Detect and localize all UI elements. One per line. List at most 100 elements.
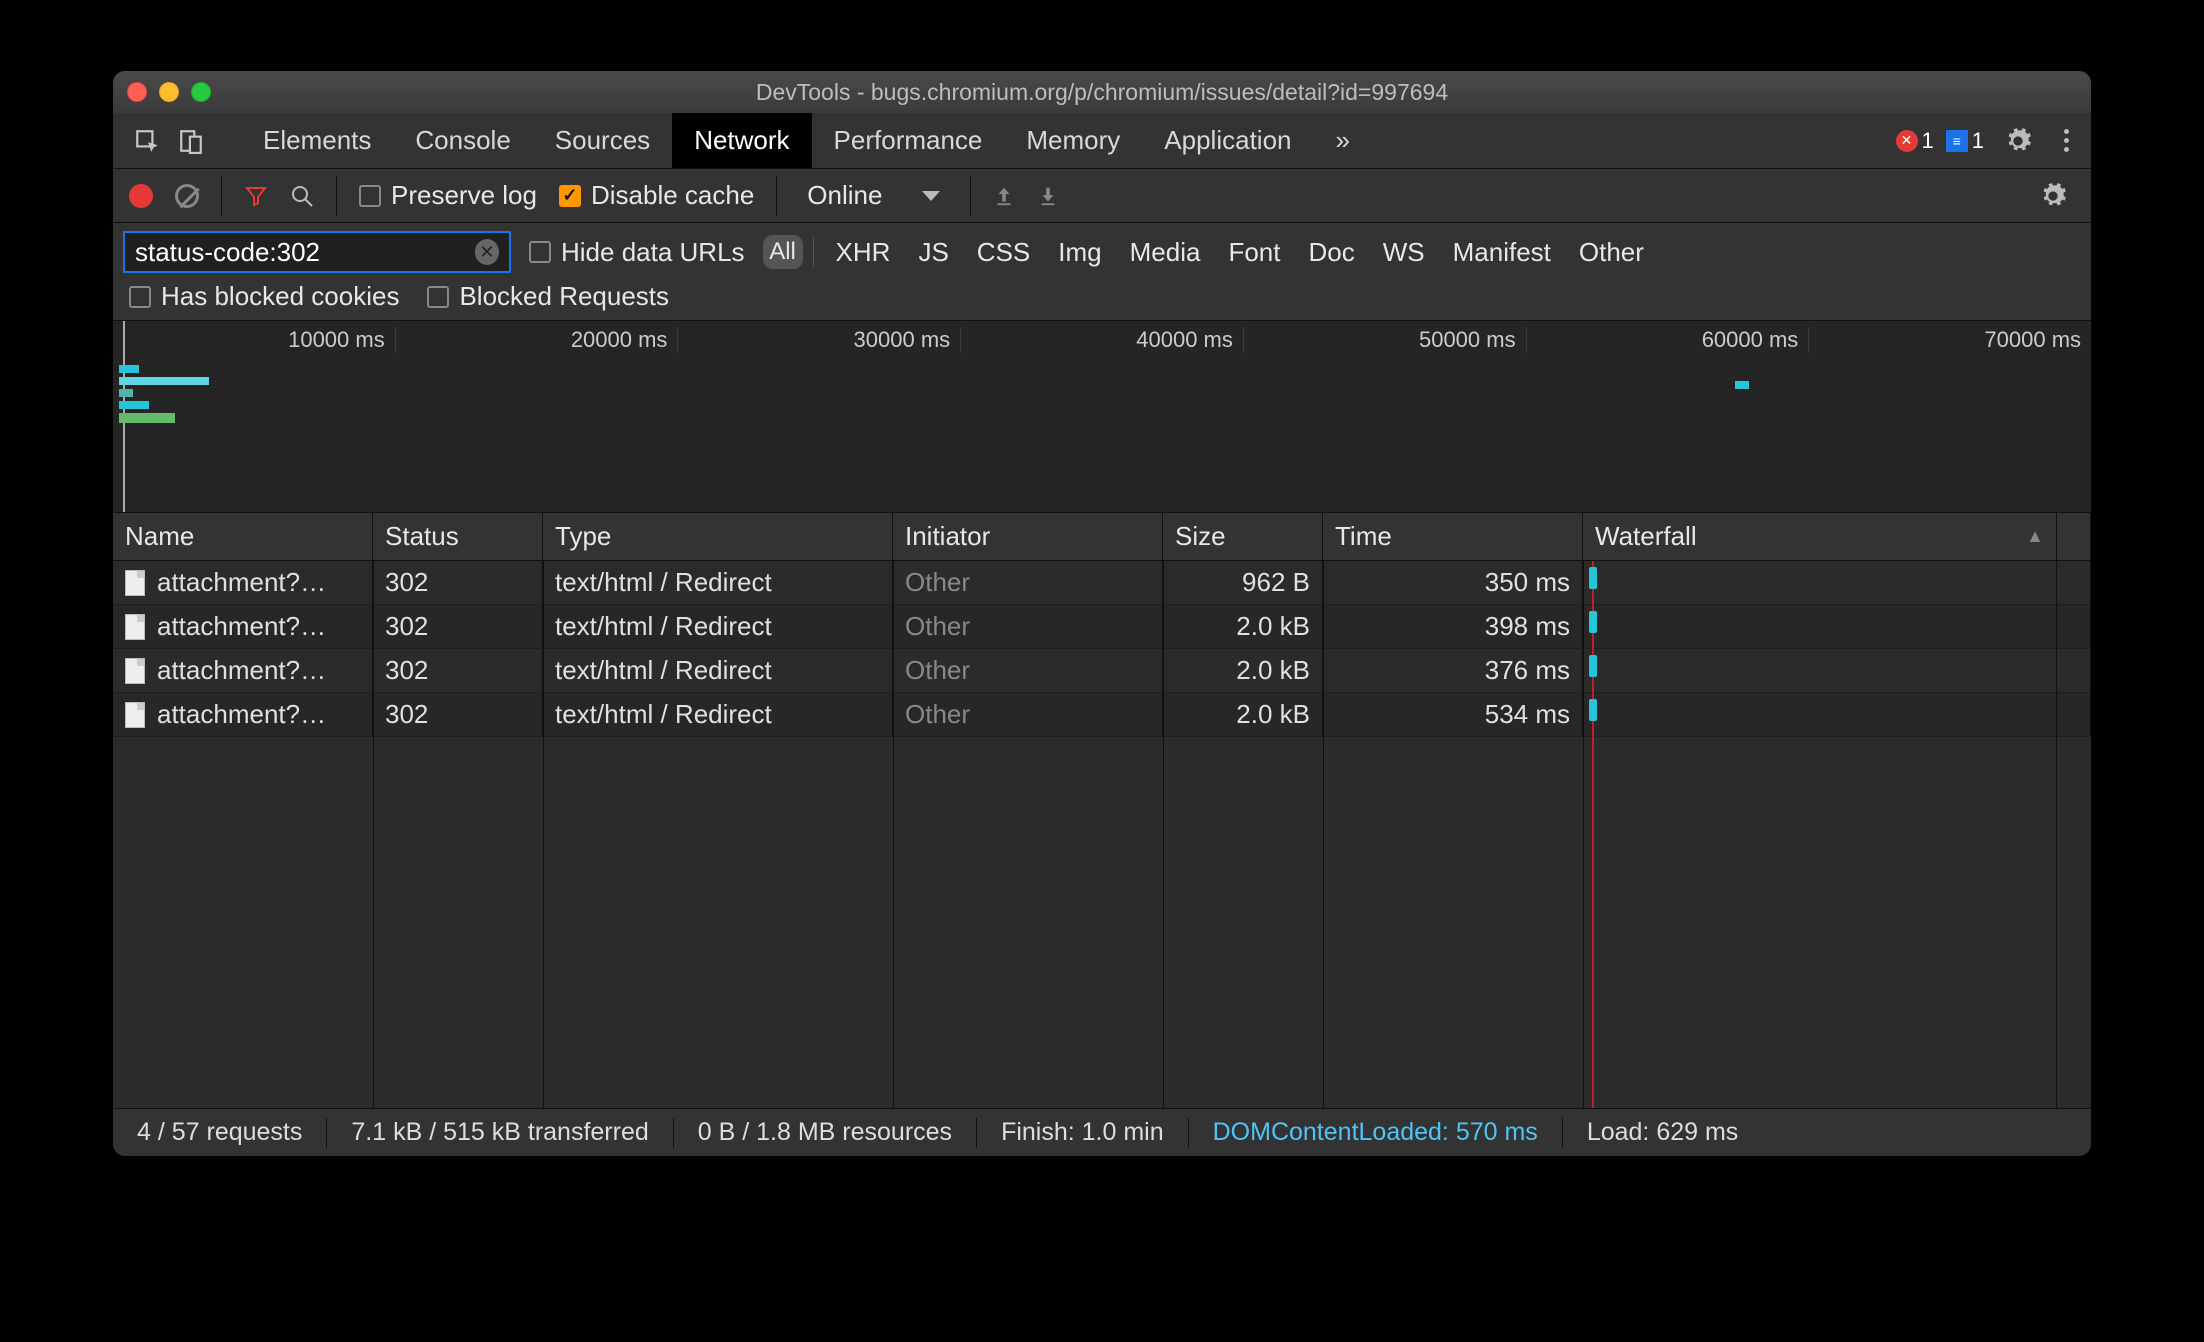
filter-type-ws[interactable]: WS (1371, 233, 1437, 272)
chevron-down-icon (922, 191, 940, 201)
overview-late-bar (1735, 381, 1749, 389)
cell-type: text/html / Redirect (543, 693, 893, 736)
cell-size: 962 B (1163, 561, 1323, 604)
filter-type-media[interactable]: Media (1118, 233, 1213, 272)
column-scrollbar-spacer (2057, 513, 2091, 560)
tab-memory[interactable]: Memory (1004, 113, 1142, 168)
message-icon: ≡ (1946, 130, 1968, 152)
cell-initiator: Other (893, 649, 1163, 692)
sort-indicator-icon: ▲ (2026, 526, 2044, 547)
network-settings-icon[interactable] (2031, 182, 2075, 210)
filter-type-manifest[interactable]: Manifest (1441, 233, 1563, 272)
filter-type-xhr[interactable]: XHR (824, 233, 903, 272)
column-header-waterfall[interactable]: Waterfall ▲ (1583, 513, 2057, 560)
cell-scroll-spacer (2057, 649, 2091, 692)
message-count: 1 (1972, 128, 1984, 154)
tab-application[interactable]: Application (1142, 113, 1313, 168)
has-blocked-cookies-checkbox[interactable]: Has blocked cookies (129, 281, 399, 312)
requests-table-header: Name Status Type Initiator Size Time Wat… (113, 513, 2091, 561)
overview-tick: 50000 ms (1243, 327, 1526, 353)
tab-elements[interactable]: Elements (241, 113, 393, 168)
cell-time: 398 ms (1323, 605, 1583, 648)
throttling-value: Online (807, 180, 882, 211)
filter-type-all[interactable]: All (763, 235, 803, 269)
cell-size: 2.0 kB (1163, 605, 1323, 648)
titlebar: DevTools - bugs.chromium.org/p/chromium/… (113, 71, 2091, 113)
status-requests: 4 / 57 requests (131, 1118, 308, 1147)
filter-type-font[interactable]: Font (1216, 233, 1292, 272)
clear-button[interactable] (175, 184, 199, 208)
overview-tick: 30000 ms (677, 327, 960, 353)
download-har-icon[interactable] (1037, 185, 1059, 207)
tab-console[interactable]: Console (393, 113, 532, 168)
search-icon[interactable] (290, 184, 314, 208)
cell-status: 302 (373, 561, 543, 604)
column-header-initiator[interactable]: Initiator (893, 513, 1163, 560)
table-row[interactable]: attachment?…302text/html / RedirectOther… (113, 605, 2091, 649)
table-row[interactable]: attachment?…302text/html / RedirectOther… (113, 649, 2091, 693)
blocked-requests-label: Blocked Requests (459, 281, 669, 312)
more-icon[interactable] (2052, 129, 2081, 152)
error-count-badge[interactable]: 1 (1896, 128, 1934, 154)
message-count-badge[interactable]: ≡ 1 (1946, 128, 1984, 154)
preserve-log-label: Preserve log (391, 180, 537, 211)
column-header-type[interactable]: Type (543, 513, 893, 560)
cell-status: 302 (373, 605, 543, 648)
cell-name: attachment?… (113, 605, 373, 648)
filter-type-css[interactable]: CSS (965, 233, 1042, 272)
column-header-status[interactable]: Status (373, 513, 543, 560)
table-row[interactable]: attachment?…302text/html / RedirectOther… (113, 693, 2091, 737)
filter-icon[interactable] (244, 184, 268, 208)
blocked-requests-checkbox[interactable]: Blocked Requests (427, 281, 669, 312)
column-header-size[interactable]: Size (1163, 513, 1323, 560)
has-blocked-cookies-label: Has blocked cookies (161, 281, 399, 312)
device-toolbar-icon[interactable] (169, 113, 213, 168)
filter-input[interactable] (135, 237, 475, 268)
table-row[interactable]: attachment?…302text/html / RedirectOther… (113, 561, 2091, 605)
overview-bars (119, 365, 209, 427)
cell-scroll-spacer (2057, 693, 2091, 736)
cell-type: text/html / Redirect (543, 605, 893, 648)
file-icon (125, 658, 145, 684)
cell-name: attachment?… (113, 649, 373, 692)
clear-filter-icon[interactable]: ✕ (475, 239, 499, 265)
tabs-overflow[interactable]: » (1314, 113, 1372, 168)
tab-network[interactable]: Network (672, 113, 811, 168)
waterfall-bar (1589, 567, 1597, 589)
cell-size: 2.0 kB (1163, 693, 1323, 736)
column-header-time[interactable]: Time (1323, 513, 1583, 560)
filter-type-doc[interactable]: Doc (1296, 233, 1366, 272)
status-transferred: 7.1 kB / 515 kB transferred (345, 1118, 654, 1147)
status-domcontentloaded: DOMContentLoaded: 570 ms (1207, 1118, 1544, 1147)
cell-waterfall (1583, 693, 2057, 736)
throttling-select[interactable]: Online (799, 176, 948, 215)
requests-table-body[interactable]: attachment?…302text/html / RedirectOther… (113, 561, 2091, 1108)
waterfall-bar (1589, 611, 1597, 633)
cell-name: attachment?… (113, 561, 373, 604)
hide-data-urls-box (529, 241, 551, 263)
tab-performance[interactable]: Performance (812, 113, 1005, 168)
upload-har-icon[interactable] (993, 185, 1015, 207)
hide-data-urls-checkbox[interactable]: Hide data URLs (529, 237, 745, 268)
column-header-name[interactable]: Name (113, 513, 373, 560)
filter-type-js[interactable]: JS (906, 233, 960, 272)
tab-sources[interactable]: Sources (533, 113, 672, 168)
devtools-window: DevTools - bugs.chromium.org/p/chromium/… (113, 71, 2091, 1156)
filter-type-img[interactable]: Img (1046, 233, 1113, 272)
overview-timeline[interactable]: 10000 ms20000 ms30000 ms40000 ms50000 ms… (113, 321, 2091, 513)
cell-waterfall (1583, 649, 2057, 692)
filter-type-other[interactable]: Other (1567, 233, 1656, 272)
inspect-element-icon[interactable] (125, 113, 169, 168)
status-resources: 0 B / 1.8 MB resources (692, 1118, 958, 1147)
filter-bar: ✕ Hide data URLs All XHRJSCSSImgMediaFont… (113, 223, 2091, 321)
overview-tick: 20000 ms (395, 327, 678, 353)
preserve-log-box (359, 185, 381, 207)
panel-tabs: ElementsConsoleSourcesNetworkPerformance… (113, 113, 2091, 169)
record-button[interactable] (129, 184, 153, 208)
settings-icon[interactable] (1996, 127, 2040, 155)
preserve-log-checkbox[interactable]: Preserve log (359, 180, 537, 211)
overview-tick: 40000 ms (960, 327, 1243, 353)
hide-data-urls-label: Hide data URLs (561, 237, 745, 268)
error-icon (1896, 130, 1918, 152)
disable-cache-checkbox[interactable]: Disable cache (559, 180, 754, 211)
